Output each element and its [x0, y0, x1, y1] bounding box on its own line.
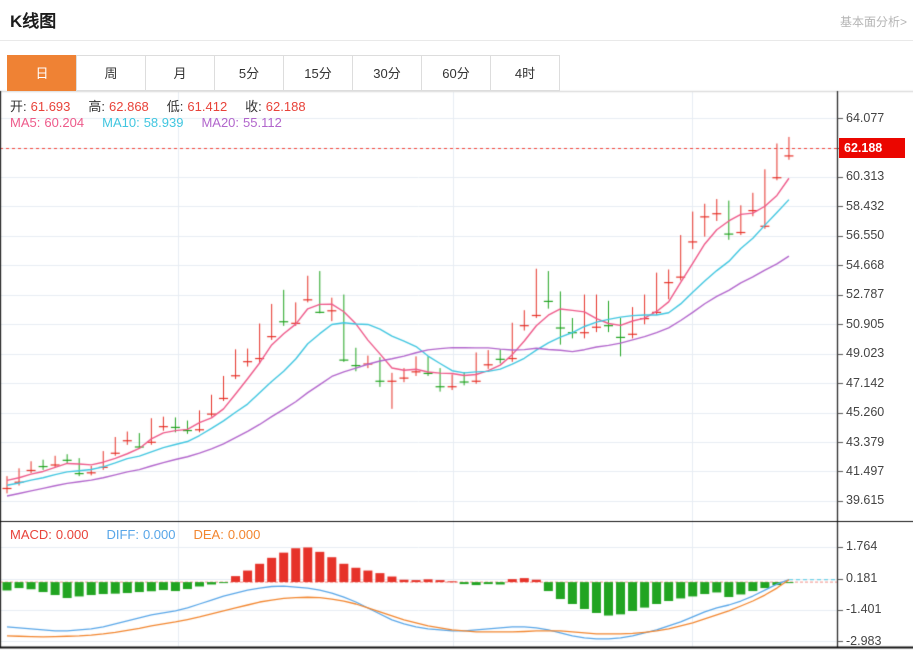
legend-label: 开:	[10, 99, 27, 114]
macd-tick-label: 0.181	[846, 571, 877, 586]
legend-value: 62.868	[109, 99, 149, 114]
macd-tick-label: -1.401	[846, 602, 881, 617]
price-tick-label: 54.668	[846, 258, 884, 273]
price-tick-label: 41.497	[846, 464, 884, 479]
price-tick-label: 50.905	[846, 317, 884, 332]
price-tick-label: 43.379	[846, 435, 884, 450]
kline-widget: K线图 基本面分析> 日周月5分15分30分60分4时 开: 61.693 高: 62…	[0, 0, 913, 650]
tab-4时[interactable]: 4时	[490, 55, 560, 91]
legend-label: MA5:	[10, 115, 40, 130]
legend-label: MA10:	[102, 115, 140, 130]
page-title: K线图	[10, 7, 56, 32]
tab-月[interactable]: 月	[145, 55, 215, 91]
macd-tick-label: -2.983	[846, 634, 881, 649]
price-tick-label: 60.313	[846, 169, 884, 184]
legend-value: 0.000	[228, 527, 261, 542]
legend-label: MA20:	[201, 115, 239, 130]
legend-value: 0.000	[143, 527, 176, 542]
tab-5分[interactable]: 5分	[214, 55, 284, 91]
price-tick-label: 45.260	[846, 405, 884, 420]
legend-value: 60.204	[44, 115, 84, 130]
current-price-tag: 62.188	[839, 138, 905, 158]
ma-legend: MA5: 60.204 MA10: 58.939 MA20: 55.112	[10, 115, 300, 130]
title-divider	[0, 40, 913, 41]
ohlc-legend: 开: 61.693 高: 62.868 低:61.412 收: 62.188	[10, 96, 324, 115]
tab-日[interactable]: 日	[7, 55, 77, 91]
tab-30分[interactable]: 30分	[352, 55, 422, 91]
legend-label: 收:	[245, 99, 262, 114]
price-tick-label: 47.142	[846, 376, 884, 391]
price-tick-label: 64.077	[846, 111, 884, 126]
period-tab-bar: 日周月5分15分30分60分4时	[8, 55, 560, 91]
fundamental-analysis-link[interactable]: 基本面分析>	[840, 13, 907, 30]
legend-label: DIFF:	[106, 527, 139, 542]
price-tick-label: 52.787	[846, 287, 884, 302]
legend-value: 58.939	[144, 115, 184, 130]
legend-value: 0.000	[56, 527, 89, 542]
price-tick-label: 39.615	[846, 493, 884, 508]
tab-60分[interactable]: 60分	[421, 55, 491, 91]
legend-value: 55.112	[243, 115, 282, 130]
tab-周[interactable]: 周	[76, 55, 146, 91]
legend-label: DEA:	[193, 527, 223, 542]
tab-15分[interactable]: 15分	[283, 55, 353, 91]
price-tick-label: 56.550	[846, 228, 884, 243]
legend-label: 高:	[88, 99, 105, 114]
legend-value: 62.188	[266, 99, 306, 114]
legend-label: MACD:	[10, 527, 52, 542]
legend-value: 61.693	[31, 99, 71, 114]
macd-legend: MACD: 0.000 DIFF: 0.000 DEA: 0.000	[10, 527, 278, 542]
macd-tick-label: 1.764	[846, 539, 877, 554]
price-tick-label: 58.432	[846, 199, 884, 214]
legend-value: 61.412	[187, 99, 227, 114]
price-tick-label: 49.023	[846, 346, 884, 361]
legend-label: 低:	[167, 99, 184, 114]
